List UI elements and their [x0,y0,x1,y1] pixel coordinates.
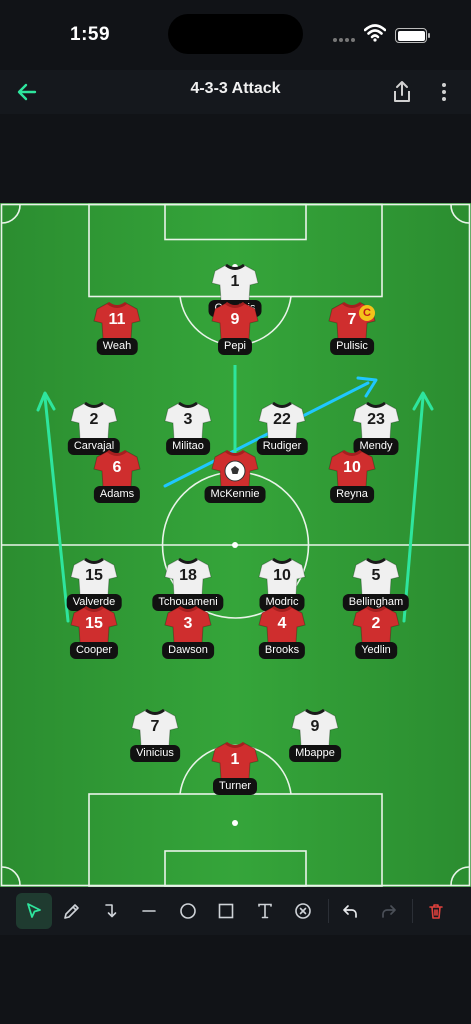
player-number: 5 [371,567,381,584]
player-number: 7 [150,718,160,735]
player-token[interactable]: 7 Vinicius [110,708,200,778]
player-number: 2 [89,411,99,428]
player-token[interactable]: 1 Turner [190,741,280,811]
line-icon [142,910,156,912]
status-time: 1:59 [70,24,111,45]
player-name-label: Reyna [330,486,374,503]
player-number: 15 [85,567,103,584]
player-name-label: McKennie [204,486,266,503]
player-number: 23 [367,411,385,428]
text-icon [258,903,272,919]
ball-icon [224,460,246,482]
select-tool-button[interactable] [16,893,52,929]
player-number: 9 [310,718,320,735]
pen-icon [64,904,79,919]
undo-icon [343,905,357,918]
share-icon[interactable] [390,79,414,105]
player-number: 4 [277,615,287,632]
circle-icon [180,903,196,919]
curved-arrow-icon [105,904,117,918]
player-name-label: Dawson [162,642,214,659]
player-token[interactable]: 15 Cooper [49,605,139,675]
player-token[interactable]: 11 Weah [72,301,162,371]
player-name-label: Yedlin [355,642,397,659]
player-token[interactable]: 9 Mbappe [270,708,360,778]
battery-icon [395,28,430,43]
player-name-label: Pepi [217,338,253,355]
player-name-label: Brooks [258,642,306,659]
player-number: 3 [183,615,193,632]
redo-icon [382,905,396,918]
rectangle-icon [218,903,234,919]
player-number: 7 [347,311,357,328]
clear-tool-button[interactable] [285,893,321,929]
rectangle-tool-button[interactable] [208,893,244,929]
page-title: 4-3-3 Attack [190,80,281,97]
player-number: 1 [230,751,240,768]
nav-bar: 4-3-3 Attack [0,70,471,114]
player-token[interactable]: 2 Yedlin [331,605,421,675]
player-number: 1 [230,273,240,290]
player-number: 3 [183,411,193,428]
wifi-icon [364,24,386,42]
player-token[interactable]: 3 Dawson [143,605,233,675]
trash-icon [429,904,443,919]
player-name-label: Mbappe [289,745,341,762]
player-number: 22 [273,411,291,428]
player-name-label: Vinicius [130,745,180,762]
clear-icon [295,903,311,919]
home-indicator-area [0,935,471,1024]
player-token[interactable]: McKennie [190,449,280,519]
status-bar: 1:59 [0,0,471,70]
player-name-label: Pulisic [330,338,374,355]
player-token[interactable]: 10 Reyna [307,449,397,519]
player-name-label: Adams [93,486,141,503]
drawing-toolbar [0,887,471,935]
arrow-tool-button[interactable] [93,893,129,929]
player-number: 2 [371,615,381,632]
text-tool-button[interactable] [247,893,283,929]
player-number: 10 [273,567,291,584]
circle-tool-button[interactable] [170,893,206,929]
cellular-signal-icon [333,38,357,42]
player-token[interactable]: 4 Brooks [237,605,327,675]
line-tool-button[interactable] [131,893,167,929]
player-token[interactable]: 9 Pepi [190,301,280,371]
back-arrow-icon[interactable] [14,79,40,105]
pen-tool-button[interactable] [54,893,90,929]
player-number: 11 [108,311,126,328]
player-number: 10 [343,459,361,476]
undo-button[interactable] [332,893,368,929]
dynamic-island [168,14,303,54]
player-token[interactable]: 7 C Pulisic [307,301,397,371]
select-icon [27,903,41,918]
delete-button[interactable] [418,893,454,929]
tactics-board[interactable]: 1Courtois11Weah9Pepi7CPulisic2Carvajal3M… [0,203,471,887]
player-name-label: Turner [213,778,257,795]
redo-button[interactable] [371,893,407,929]
player-token[interactable]: 6 Adams [72,449,162,519]
player-number: 9 [230,311,240,328]
captain-badge: C [359,305,375,321]
toolbar-divider [328,899,329,923]
player-number: 18 [179,567,197,584]
more-options-icon[interactable] [435,79,453,105]
player-name-label: Weah [96,338,138,355]
player-number: 6 [112,459,122,476]
player-name-label: Cooper [69,642,119,659]
toolbar-divider [412,899,413,923]
player-number: 15 [85,615,103,632]
